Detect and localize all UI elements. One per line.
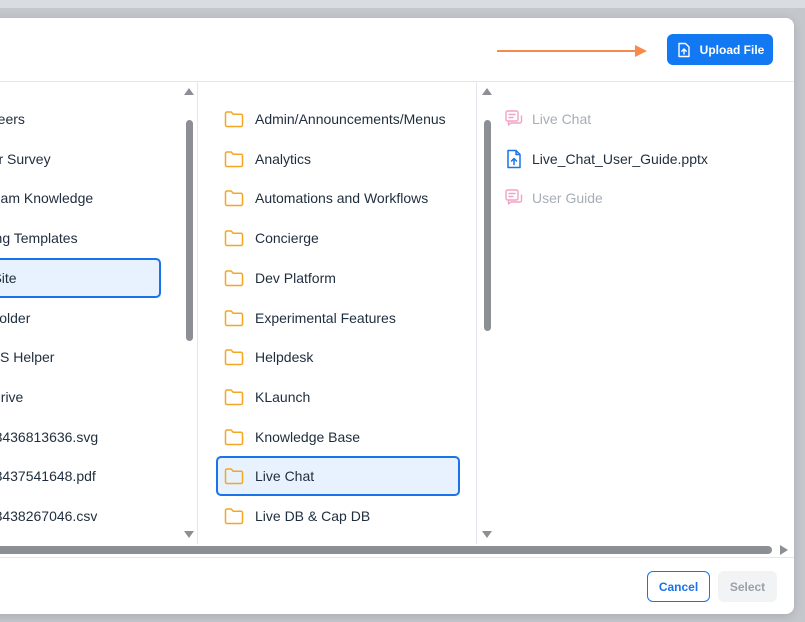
list-item[interactable]: gineers bbox=[0, 101, 162, 137]
folder-icon bbox=[224, 190, 244, 207]
list-item[interactable]: Dev Platform bbox=[216, 260, 460, 296]
folder-icon bbox=[224, 428, 244, 445]
folder-icon bbox=[224, 270, 244, 287]
scroll-thumb[interactable] bbox=[186, 120, 193, 341]
list-item[interactable]: g Folder bbox=[0, 300, 162, 336]
list-item-label: Automations and Workflows bbox=[255, 190, 429, 207]
list-item[interactable]: rt Site bbox=[0, 257, 161, 298]
list-item[interactable]: 543436813636.svg bbox=[0, 419, 162, 455]
column-pane-3: Live Chat Live_Chat_User_Guide.pptx User G… bbox=[496, 82, 794, 544]
scroll-thumb[interactable] bbox=[484, 120, 491, 331]
list-item[interactable]: mer Survey bbox=[0, 141, 162, 177]
dialog-footer: Cancel Select bbox=[0, 557, 794, 614]
select-button[interactable]: Select bbox=[718, 571, 777, 602]
list-item[interactable]: 543437541648.pdf bbox=[0, 458, 162, 494]
cancel-button[interactable]: Cancel bbox=[647, 571, 710, 602]
scroll-down-arrow[interactable] bbox=[482, 531, 492, 538]
backdrop bbox=[0, 0, 805, 8]
list-item[interactable]: 543438267046.csv bbox=[0, 498, 162, 534]
list-item-label: d Drive bbox=[0, 388, 24, 405]
list-item[interactable]: Admin/Announcements/Menus bbox=[216, 101, 460, 137]
scroll-up-arrow[interactable] bbox=[184, 88, 194, 95]
list-item[interactable]: Live DB & Cap DB bbox=[216, 498, 460, 534]
annotation-arrow-head bbox=[635, 45, 647, 57]
list-item-label: gineers bbox=[0, 111, 25, 127]
file-upload-icon bbox=[677, 42, 690, 57]
list-item-label: 543438267046.csv bbox=[0, 508, 98, 524]
list-item-label: Analytics bbox=[255, 150, 312, 167]
list-item-label: l Team Knowledge bbox=[0, 190, 94, 207]
column-pane-2: Admin/Announcements/Menus Analytics Automa… bbox=[198, 82, 477, 544]
list-item[interactable]: SMS Helper bbox=[0, 339, 162, 375]
pane-1-scrollbar[interactable] bbox=[184, 82, 194, 544]
folder-icon bbox=[224, 468, 244, 485]
list-item-label: 543437541648.pdf bbox=[0, 468, 96, 485]
list-item[interactable]: User Guide bbox=[504, 180, 774, 216]
horizontal-scrollbar[interactable] bbox=[0, 545, 794, 556]
folder-icon bbox=[224, 389, 244, 406]
list-item-label: Live Chat bbox=[255, 468, 315, 485]
list-item[interactable]: Live Chat bbox=[504, 101, 774, 137]
list-item-label: 543436813636.svg bbox=[0, 428, 99, 445]
list-item-label: Live Chat bbox=[532, 111, 592, 127]
list-item-label: Knowledge Base bbox=[255, 428, 361, 445]
scroll-down-arrow[interactable] bbox=[184, 531, 194, 538]
list-item[interactable]: l Team Knowledge bbox=[0, 180, 162, 216]
list-item[interactable]: Helpdesk bbox=[216, 339, 460, 375]
pane-2-scrollbar[interactable] bbox=[482, 82, 492, 544]
list-item-label: g Folder bbox=[0, 309, 31, 326]
list-item-label: Helpdesk bbox=[255, 349, 314, 366]
chat-icon bbox=[505, 189, 523, 206]
folder-icon bbox=[224, 111, 244, 128]
list-item-label: Experimental Features bbox=[255, 309, 396, 326]
chat-icon bbox=[505, 110, 523, 126]
list-item[interactable]: Experimental Features bbox=[216, 300, 460, 336]
list-item[interactable]: Knowledge Base bbox=[216, 419, 460, 455]
list-item[interactable]: Live Chat bbox=[216, 456, 460, 497]
folder-icon bbox=[224, 508, 244, 525]
list-item-label: User Guide bbox=[532, 190, 603, 207]
annotation-arrow bbox=[497, 50, 639, 52]
upload-file-button[interactable]: Upload File bbox=[667, 34, 773, 65]
list-item-label: rding Templates bbox=[0, 230, 78, 247]
folder-icon bbox=[224, 309, 244, 326]
list-item-label: rt Site bbox=[0, 269, 17, 286]
scroll-up-arrow[interactable] bbox=[482, 88, 492, 95]
list-item-label: mer Survey bbox=[0, 150, 51, 167]
list-item[interactable]: d Drive bbox=[0, 379, 162, 415]
list-item-label: Live_Chat_User_Guide.pptx bbox=[532, 150, 708, 167]
list-item-label: Concierge bbox=[255, 230, 319, 247]
folder-icon bbox=[224, 230, 244, 247]
list-item[interactable]: Automations and Workflows bbox=[216, 180, 460, 216]
list-item[interactable]: Concierge bbox=[216, 220, 460, 256]
list-item[interactable]: KLaunch bbox=[216, 379, 460, 415]
folder-icon bbox=[224, 150, 244, 167]
list-item-label: Live DB & Cap DB bbox=[255, 508, 371, 524]
file-upload-icon bbox=[507, 149, 521, 168]
column-browser: gineers mer Survey l Team Knowledge rding T… bbox=[0, 82, 794, 544]
list-item[interactable]: Analytics bbox=[216, 141, 460, 177]
list-item-label: Dev Platform bbox=[255, 269, 336, 286]
list-item-label: Admin/Announcements/Menus bbox=[255, 111, 446, 127]
list-item-label: SMS Helper bbox=[0, 349, 55, 366]
list-item-label: KLaunch bbox=[255, 388, 311, 405]
list-item[interactable]: rding Templates bbox=[0, 220, 162, 256]
dialog-header: Upload File bbox=[0, 18, 794, 82]
list-item[interactable]: Live_Chat_User_Guide.pptx bbox=[504, 141, 774, 177]
horizontal-scroll-thumb[interactable] bbox=[0, 546, 772, 554]
file-picker-dialog: Upload File gineers mer Survey l Team Know… bbox=[0, 18, 794, 614]
scroll-right-arrow[interactable] bbox=[780, 545, 788, 555]
column-pane-1: gineers mer Survey l Team Knowledge rding T… bbox=[0, 82, 198, 544]
upload-file-label: Upload File bbox=[699, 42, 765, 57]
folder-icon bbox=[224, 349, 244, 366]
